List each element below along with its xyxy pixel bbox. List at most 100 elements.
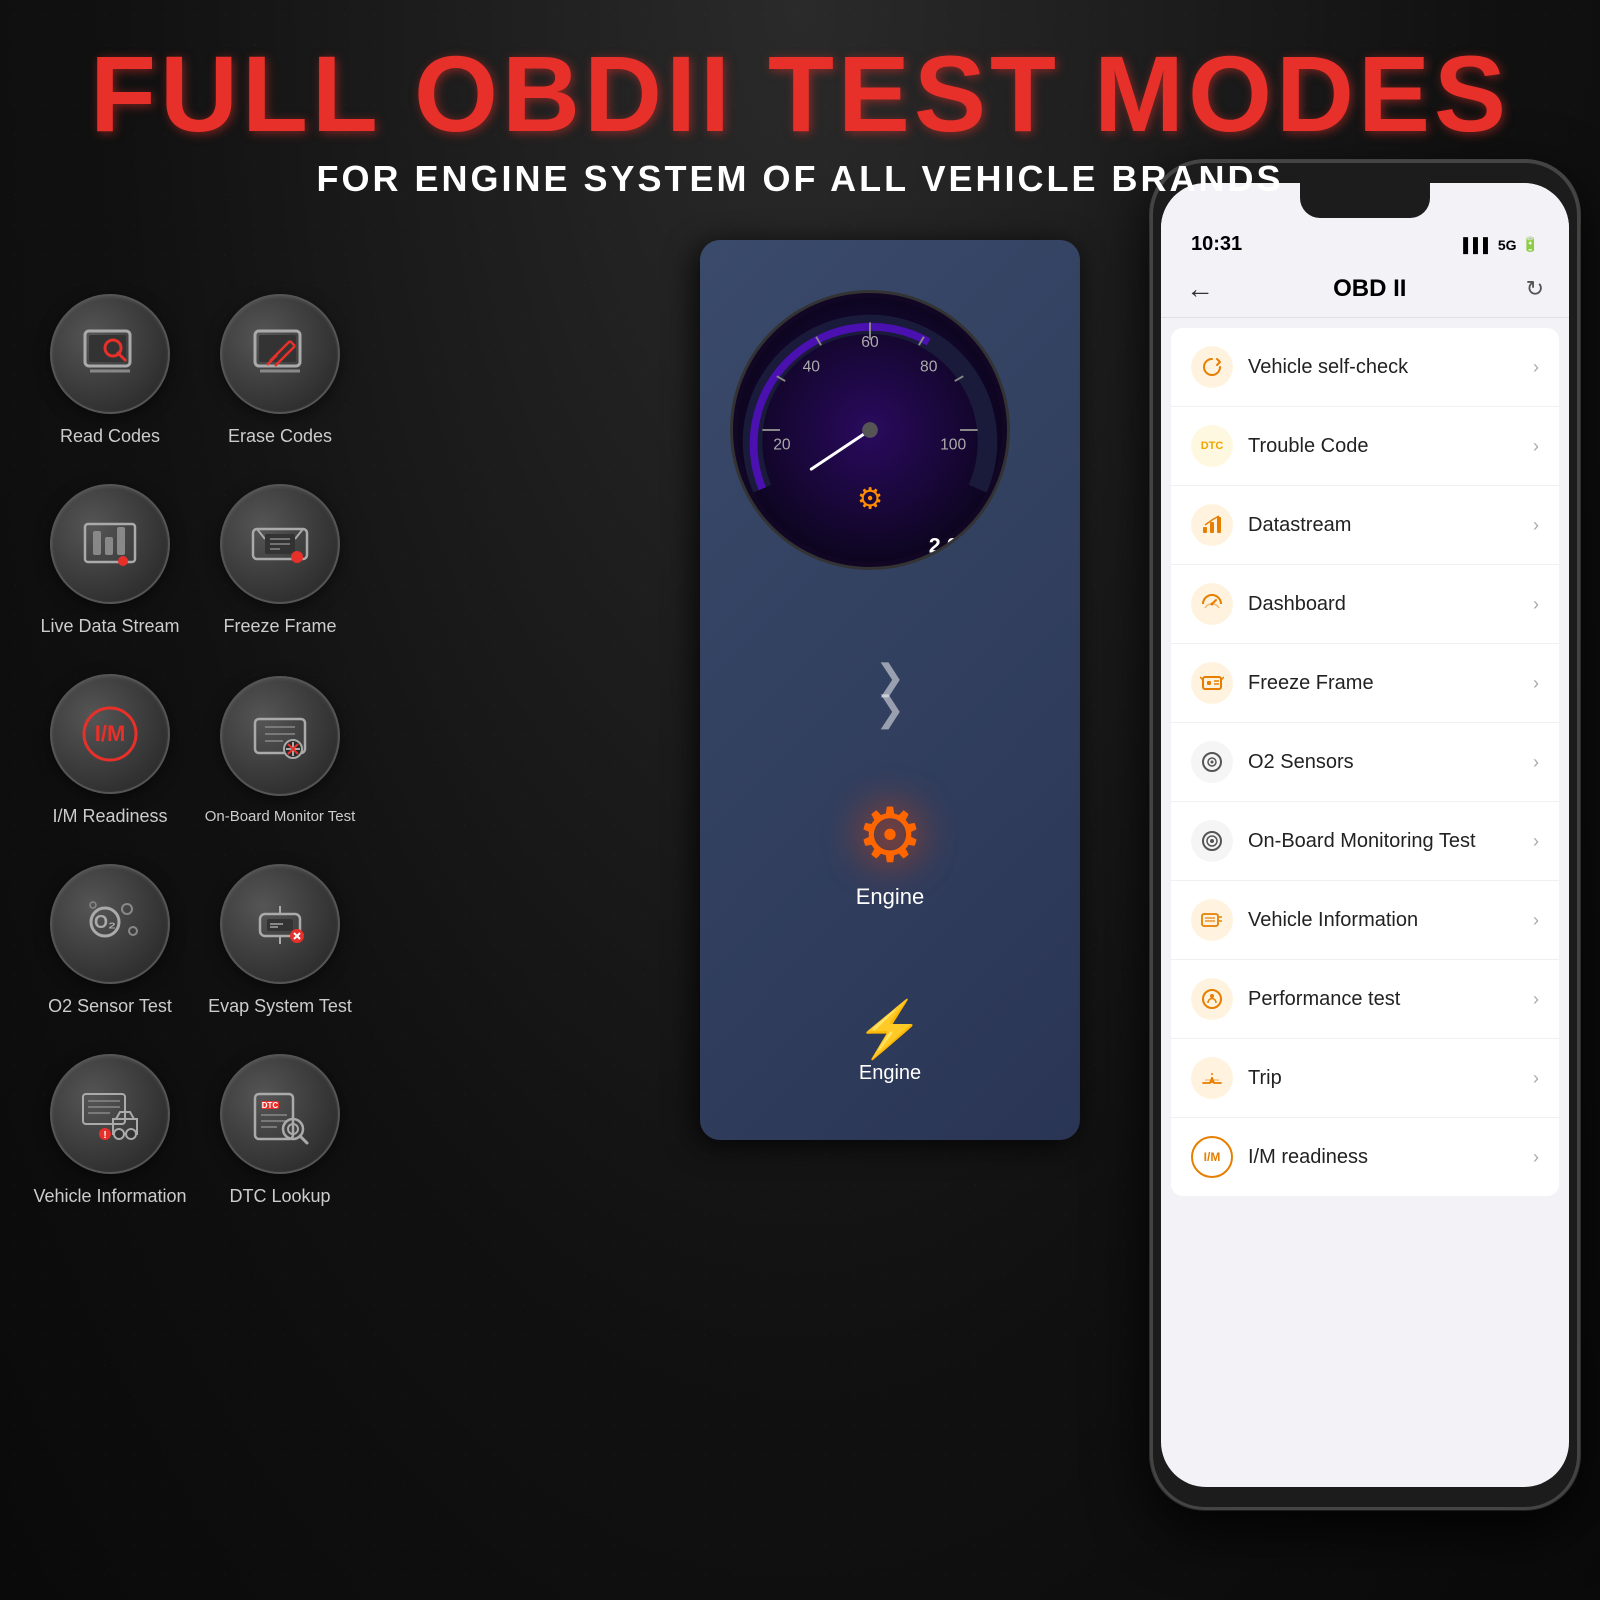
phone-area: 20 40 60 80 100 ⚙ 2 0 ⚙ Engine ❯❯ [700, 160, 1600, 1560]
icon-label-erase-codes: Erase Codes [228, 426, 332, 447]
menu-icon-vehicle-self-check [1191, 346, 1233, 388]
phone-time: 10:31 [1191, 233, 1242, 256]
engine-icon-small: ⚡ [856, 997, 924, 1062]
signal-icon: ▌▌▌ [1463, 237, 1493, 253]
battery-icon: 🔋 [1522, 236, 1539, 253]
icon-item-vehicle-info: ! Vehicle Information [30, 1040, 190, 1220]
menu-item-dashboard[interactable]: Dashboard › [1171, 565, 1559, 644]
refresh-button[interactable]: ↻ [1526, 276, 1544, 302]
menu-icon-im-readiness: I/M [1191, 1136, 1233, 1178]
icon-item-live-data: Live Data Stream [30, 470, 190, 650]
phone-status-icons: ▌▌▌ 5G 🔋 [1463, 236, 1539, 253]
erase-codes-svg [245, 319, 315, 389]
menu-item-o2-sensors[interactable]: O2 Sensors › [1171, 723, 1559, 802]
menu-text-o2-sensors: O2 Sensors [1248, 751, 1518, 774]
icon-label-dtc-lookup: DTC Lookup [229, 1186, 330, 1207]
menu-list: Vehicle self-check › DTC Trouble Code › [1171, 328, 1559, 1196]
menu-chevron-im-readiness: › [1533, 1147, 1539, 1168]
icon-item-evap: Evap System Test [200, 850, 360, 1030]
menu-text-vehicle-self-check: Vehicle self-check [1248, 356, 1518, 379]
icon-item-o2-sensor: O₂ O2 Sensor Test [30, 850, 190, 1030]
menu-icon-vehicle-information [1191, 899, 1233, 941]
menu-text-performance-test: Performance test [1248, 988, 1518, 1011]
chevrons: ❯❯ [875, 662, 904, 725]
read-codes-svg [75, 319, 145, 389]
menu-item-vehicle-information[interactable]: Vehicle Information › [1171, 881, 1559, 960]
icon-label-live-data: Live Data Stream [40, 616, 179, 637]
icon-label-evap: Evap System Test [208, 996, 352, 1017]
engine-icon-small-area: ⚡ Engine [856, 997, 924, 1085]
phone-device: 10:31 ▌▌▌ 5G 🔋 ← OBD II ↻ [1150, 160, 1580, 1510]
icon-item-obm: On-Board Monitor Test [200, 660, 360, 840]
nav-title: OBD II [1333, 275, 1406, 303]
svg-text:2 0: 2 0 [929, 533, 959, 557]
icon-circle-im-readiness: I/M [50, 674, 170, 794]
menu-chevron-on-board-monitoring: › [1533, 831, 1539, 852]
obm-svg [245, 701, 315, 771]
menu-icon-trouble-code: DTC [1191, 425, 1233, 467]
icon-item-erase-codes: Erase Codes [200, 280, 360, 460]
icon-circle-dtc-lookup: DTC [220, 1054, 340, 1174]
menu-text-vehicle-information: Vehicle Information [1248, 909, 1518, 932]
vehicle-info-svg: ! [75, 1079, 145, 1149]
freeze-frame-svg [245, 509, 315, 579]
menu-icon-o2-sensors [1191, 741, 1233, 783]
icons-grid: Read Codes Erase Codes [30, 280, 360, 1220]
icon-circle-read-codes [50, 294, 170, 414]
menu-chevron-vehicle-self-check: › [1533, 357, 1539, 378]
menu-item-vehicle-self-check[interactable]: Vehicle self-check › [1171, 328, 1559, 407]
icon-label-read-codes: Read Codes [60, 426, 160, 447]
menu-icon-performance-test [1191, 978, 1233, 1020]
engine-warning-area: ⚙ Engine [856, 791, 925, 910]
live-data-svg [75, 509, 145, 579]
menu-text-freeze-frame: Freeze Frame [1248, 672, 1518, 695]
menu-item-trouble-code[interactable]: DTC Trouble Code › [1171, 407, 1559, 486]
back-button[interactable]: ← [1186, 273, 1214, 305]
icon-item-im-readiness: I/M I/M Readiness [30, 660, 190, 840]
svg-text:40: 40 [803, 358, 821, 375]
icon-circle-vehicle-info: ! [50, 1054, 170, 1174]
menu-item-trip[interactable]: Trip › [1171, 1039, 1559, 1118]
speedometer-screen: 20 40 60 80 100 ⚙ 2 0 [730, 290, 1010, 570]
icon-circle-obm [220, 676, 340, 796]
phone-screen: 10:31 ▌▌▌ 5G 🔋 ← OBD II ↻ [1161, 183, 1569, 1487]
menu-item-datastream[interactable]: Datastream › [1171, 486, 1559, 565]
engine-icon-large: ⚙ [856, 791, 925, 879]
icon-label-obm: On-Board Monitor Test [205, 808, 356, 825]
svg-text:I/M: I/M [95, 721, 126, 746]
icon-label-im-readiness: I/M Readiness [52, 806, 167, 827]
nav-bar: ← OBD II ↻ [1161, 261, 1569, 318]
menu-icon-trip [1191, 1057, 1233, 1099]
icon-item-freeze-frame: Freeze Frame [200, 470, 360, 650]
evap-svg [245, 889, 315, 959]
menu-chevron-dashboard: › [1533, 594, 1539, 615]
icon-circle-freeze-frame [220, 484, 340, 604]
menu-item-freeze-frame[interactable]: Freeze Frame › [1171, 644, 1559, 723]
menu-text-im-readiness: I/M readiness [1248, 1146, 1518, 1169]
icon-label-vehicle-info: Vehicle Information [33, 1186, 186, 1207]
menu-text-dashboard: Dashboard [1248, 593, 1518, 616]
icon-circle-live-data [50, 484, 170, 604]
menu-text-trouble-code: Trouble Code [1248, 435, 1518, 458]
menu-item-performance-test[interactable]: Performance test › [1171, 960, 1559, 1039]
main-title: FULL OBDII TEST MODES [0, 40, 1600, 148]
svg-text:80: 80 [920, 358, 938, 375]
signal-type: 5G [1498, 237, 1517, 253]
dtc-lookup-svg: DTC [245, 1079, 315, 1149]
menu-text-on-board-monitoring: On-Board Monitoring Test [1248, 830, 1518, 853]
icon-item-dtc-lookup: DTC DTC Lookup [200, 1040, 360, 1220]
svg-text:⚙: ⚙ [857, 482, 883, 515]
icon-circle-evap [220, 864, 340, 984]
menu-chevron-datastream: › [1533, 515, 1539, 536]
menu-item-im-readiness[interactable]: I/M I/M readiness › [1171, 1118, 1559, 1196]
menu-chevron-trouble-code: › [1533, 436, 1539, 457]
icon-label-freeze-frame: Freeze Frame [223, 616, 336, 637]
book-device: 20 40 60 80 100 ⚙ 2 0 ⚙ Engine ❯❯ [700, 240, 1080, 1140]
o2-sensor-svg: O₂ [75, 889, 145, 959]
menu-text-datastream: Datastream [1248, 514, 1518, 537]
svg-text:20: 20 [773, 437, 791, 454]
menu-chevron-o2-sensors: › [1533, 752, 1539, 773]
icon-label-o2-sensor: O2 Sensor Test [48, 996, 172, 1017]
menu-item-on-board-monitoring[interactable]: On-Board Monitoring Test › [1171, 802, 1559, 881]
menu-chevron-vehicle-information: › [1533, 910, 1539, 931]
